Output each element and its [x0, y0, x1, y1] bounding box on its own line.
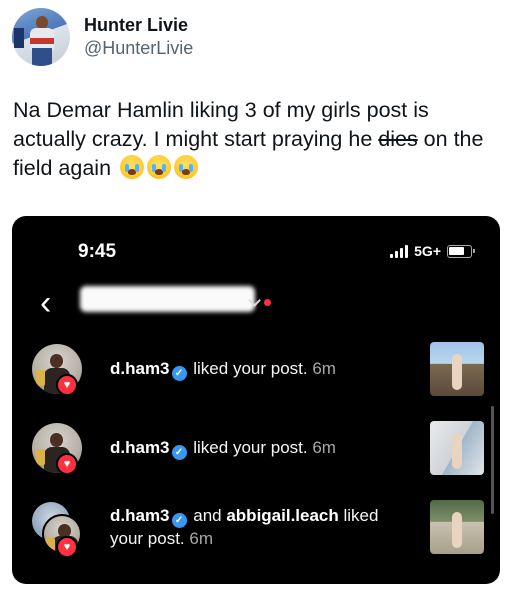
notification-time: 6m [312, 358, 336, 378]
heart-icon: ♥ [56, 453, 78, 475]
notification-username[interactable]: d.ham3 [110, 359, 170, 378]
tweet-text: Na Demar Hamlin liking 3 of my girls pos… [13, 96, 501, 183]
loudly-crying-face-icon [120, 155, 145, 179]
author-display-name[interactable]: Hunter Livie [84, 14, 193, 36]
redacted-username [80, 286, 255, 312]
verified-badge-icon: ✓ [171, 512, 187, 528]
verified-badge-icon: ✓ [171, 365, 187, 381]
author-avatar[interactable] [12, 8, 70, 66]
network-type: 5G+ [414, 243, 441, 259]
post-thumbnail[interactable] [430, 500, 484, 554]
notification-text: d.ham3 ✓ liked your post. 6m [110, 358, 405, 381]
avatar-banner [14, 28, 24, 48]
avatar-figure-legs [32, 48, 52, 66]
notification-other-username[interactable]: abbigail.leach [226, 506, 338, 525]
notification-text: d.ham3 ✓ and abbigail.leach liked your po… [110, 505, 405, 550]
notification-connector: and [188, 505, 227, 525]
status-icons: 5G+ [390, 243, 475, 259]
notification-action: liked your post. [188, 358, 308, 378]
notification-username[interactable]: d.ham3 [110, 506, 170, 525]
back-chevron-icon[interactable]: ‹ [40, 286, 51, 320]
notification-row[interactable]: ♥ d.ham3 ✓ and abbigail.leach liked your … [32, 500, 484, 558]
tweet-text-part-1: Na Demar Hamlin liking 3 of my girls pos… [13, 98, 429, 151]
scrollbar[interactable] [491, 406, 494, 514]
notification-time: 6m [312, 437, 336, 457]
author-handle[interactable]: @HunterLivie [84, 36, 193, 60]
avatar-figure-belt [30, 38, 54, 44]
notification-username[interactable]: d.ham3 [110, 438, 170, 457]
notification-text: d.ham3 ✓ liked your post. 6m [110, 437, 405, 460]
notification-row[interactable]: ♥ d.ham3 ✓ liked your post. 6m [32, 342, 484, 396]
heart-icon: ♥ [56, 536, 78, 558]
loudly-crying-face-icon [147, 155, 172, 179]
notification-row[interactable]: ♥ d.ham3 ✓ liked your post. 6m [32, 421, 484, 475]
loudly-crying-face-icon [174, 155, 199, 179]
notification-action: liked your post. [188, 437, 308, 457]
notification-avatar[interactable]: ♥ [32, 423, 82, 475]
notification-avatar[interactable]: ♥ [32, 344, 82, 396]
author-names: Hunter Livie @HunterLivie [84, 14, 193, 60]
embedded-screenshot: 9:45 5G+ ‹ ♥ d.ham3 ✓ liked your post. 6m [12, 216, 500, 584]
unread-dot [264, 299, 271, 306]
notification-avatar-stack[interactable]: ♥ [32, 502, 82, 558]
signal-bars-icon [390, 244, 409, 258]
post-thumbnail[interactable] [430, 342, 484, 396]
post-thumbnail[interactable] [430, 421, 484, 475]
verified-badge-icon: ✓ [171, 444, 187, 460]
tweet-text-strikethrough: dies [378, 127, 418, 151]
heart-icon: ♥ [56, 374, 78, 396]
battery-icon [447, 244, 475, 258]
tweet-header: Hunter Livie @HunterLivie [12, 8, 193, 66]
status-time: 9:45 [78, 241, 117, 262]
notification-time: 6m [189, 528, 214, 548]
